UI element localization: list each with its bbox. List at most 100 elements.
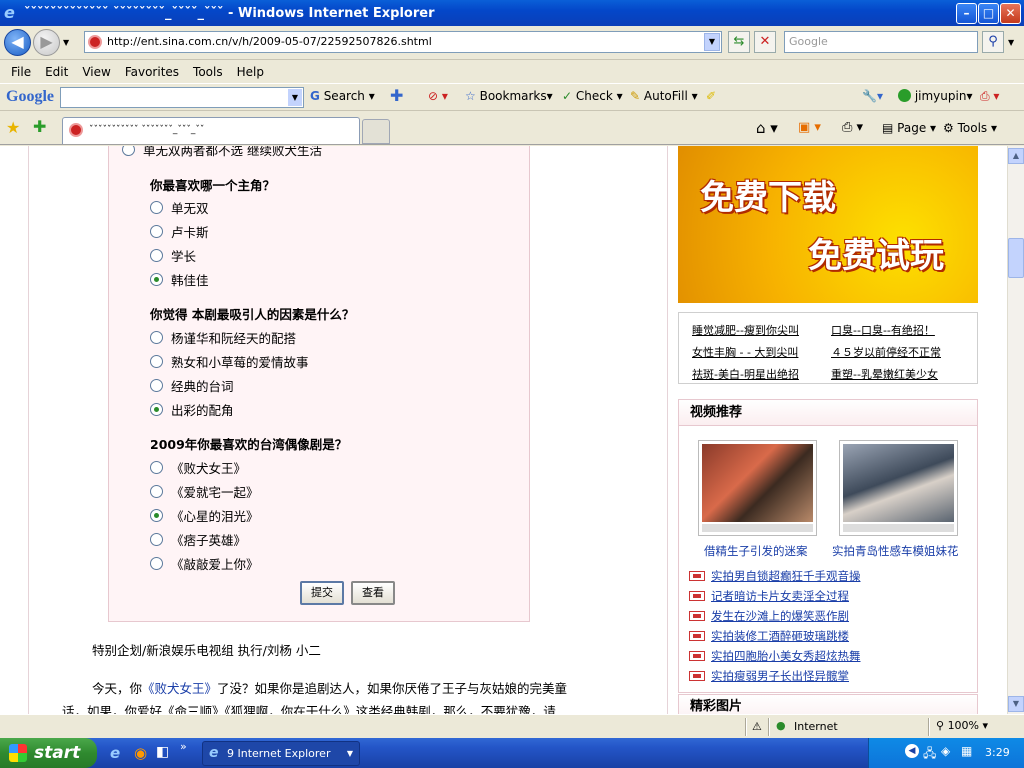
article-link[interactable]: 《败犬女王》 — [142, 681, 217, 696]
clock[interactable]: 3:29 — [985, 746, 1010, 759]
refresh-button[interactable]: ⇆ — [728, 31, 750, 53]
scroll-up-icon[interactable]: ▲ — [1008, 148, 1024, 164]
back-button[interactable]: ◀ — [4, 29, 31, 56]
add-button-icon[interactable]: ✚ — [390, 86, 403, 105]
start-button[interactable]: start — [0, 738, 97, 768]
zoom-control[interactable]: ⚲ 100% ▾ — [936, 719, 988, 732]
popup-blocker-icon[interactable]: ⊘ ▾ — [428, 89, 448, 103]
stop-button[interactable]: ✕ — [754, 31, 776, 53]
menu-favorites[interactable]: Favorites — [118, 65, 186, 79]
history-dropdown-icon[interactable]: ▼ — [63, 38, 69, 47]
quicklaunch-more-icon[interactable]: » — [180, 740, 187, 753]
page-menu[interactable]: ▤ Page ▾ — [882, 121, 936, 135]
account-button[interactable]: jimyupin▾ — [898, 89, 972, 103]
bookmarks-button[interactable]: ☆ Bookmarks▾ — [465, 89, 553, 103]
video-link[interactable]: 实拍四胞胎小美女秀超炫热舞 — [711, 648, 861, 664]
window-title-bar[interactable]: e ˇˇˇˇˇˇˇˇˇˇˇˇˇ ˇˇˇˇˇˇˇˇ_ˇˇˇˇ_ˇˇˇ - Wind… — [0, 0, 1024, 26]
search-box[interactable]: Google — [784, 31, 978, 53]
menu-help[interactable]: Help — [230, 65, 271, 79]
search-options-icon[interactable]: ▼ — [1008, 38, 1014, 47]
poll-option[interactable]: 出彩的配角 — [150, 400, 234, 419]
poll-option[interactable]: 杨谨华和阮经天的配搭 — [150, 328, 296, 347]
video-link[interactable]: 发生在沙滩上的爆笑恶作剧 — [711, 608, 849, 624]
radio-button-selected[interactable] — [150, 509, 163, 522]
feeds-icon[interactable]: ▣ ▾ — [798, 120, 821, 135]
submit-button[interactable]: 提交 — [300, 581, 344, 605]
close-button[interactable]: ✕ — [1000, 3, 1021, 24]
new-tab-button[interactable] — [362, 119, 390, 144]
menu-view[interactable]: View — [75, 65, 117, 79]
scrollbar-thumb[interactable] — [1008, 238, 1024, 278]
wrench-icon[interactable]: 🔧▾ — [862, 89, 883, 103]
ad-link[interactable]: ４５岁以前停经不正常 — [831, 344, 941, 360]
pdf-icon[interactable]: ⎙ ▾ — [980, 89, 999, 104]
menu-tools[interactable]: Tools — [186, 65, 230, 79]
video-link[interactable]: 实拍男自锁超癫狂千手观音操 — [711, 568, 861, 584]
video-link[interactable]: 记者暗访卡片女卖淫全过程 — [711, 588, 849, 604]
video-list-item[interactable]: 发生在沙滩上的爆笑恶作剧 — [689, 608, 849, 624]
menu-file[interactable]: File — [4, 65, 38, 79]
video-list-item[interactable]: 实拍四胞胎小美女秀超炫热舞 — [689, 648, 861, 664]
maximize-button[interactable]: □ — [978, 3, 999, 24]
video-link[interactable]: 实拍瘦弱男子长出怪异髋掌 — [711, 668, 849, 684]
home-icon[interactable]: ⌂ ▾ — [756, 119, 778, 137]
radio-button[interactable] — [150, 331, 163, 344]
spellcheck-button[interactable]: ✓ Check ▾ — [562, 89, 623, 103]
video-list-item[interactable]: 记者暗访卡片女卖淫全过程 — [689, 588, 849, 604]
poll-option[interactable]: 熟女和小草莓的爱情故事 — [150, 352, 309, 371]
quicklaunch-firefox-icon[interactable]: ◉ — [134, 744, 147, 762]
address-dropdown-icon[interactable]: ▼ — [704, 33, 720, 51]
scroll-down-icon[interactable]: ▼ — [1008, 696, 1024, 712]
video-list-item[interactable]: 实拍男自锁超癫狂千手观音操 — [689, 568, 861, 584]
address-bar[interactable]: http://ent.sina.com.cn/v/h/2009-05-07/22… — [84, 31, 722, 53]
quicklaunch-ie-icon[interactable]: e — [110, 744, 120, 762]
tray-expand-icon[interactable]: ◀ — [905, 744, 919, 758]
poll-option[interactable]: 经典的台词 — [150, 376, 234, 395]
video-link[interactable]: 实拍装修工酒醉砸玻璃跳楼 — [711, 628, 849, 644]
radio-button[interactable] — [150, 379, 163, 392]
taskbar-group-dropdown-icon[interactable]: ▼ — [347, 742, 353, 765]
poll-option[interactable]: 单无双 — [150, 198, 209, 217]
video-list-item[interactable]: 实拍装修工酒醉砸玻璃跳楼 — [689, 628, 849, 644]
google-search-button[interactable]: G Search ▾ — [310, 89, 375, 103]
print-icon[interactable]: ⎙ ▾ — [842, 120, 863, 135]
ad-link[interactable]: 睡觉减肥--瘦到你尖叫 — [692, 322, 799, 338]
radio-button-selected[interactable] — [150, 403, 163, 416]
view-results-button[interactable]: 查看 — [351, 581, 395, 605]
vertical-scrollbar[interactable]: ▲ ▼ — [1007, 146, 1024, 714]
ad-link[interactable]: 祛斑-美白-明星出绝招 — [692, 366, 799, 382]
search-go-button[interactable]: ⚲ — [982, 31, 1004, 53]
poll-prev-option[interactable]: 单无双两者都不选 继续败犬生活 — [122, 146, 322, 159]
ad-link[interactable]: 口臭--口臭--有绝招！ — [831, 322, 935, 338]
radio-button[interactable] — [150, 461, 163, 474]
ad-link[interactable]: 重塑--乳晕嫩红美少女 — [831, 366, 938, 382]
radio-button[interactable] — [150, 225, 163, 238]
google-toolbar-input[interactable]: ▼ — [60, 87, 304, 108]
poll-option[interactable]: 《爱就宅一起》 — [150, 482, 259, 501]
video-caption[interactable]: 借精生子引发的迷案 — [704, 543, 808, 559]
poll-option[interactable]: 《心星的泪光》 — [150, 506, 259, 525]
radio-button[interactable] — [150, 557, 163, 570]
highlight-icon[interactable]: ✐ — [706, 89, 716, 103]
poll-option[interactable]: 卢卡斯 — [150, 222, 209, 241]
security-icon[interactable]: ⚠ — [752, 720, 762, 733]
autofill-button[interactable]: ✎ AutoFill ▾ — [630, 89, 698, 103]
radio-button[interactable] — [150, 533, 163, 546]
quicklaunch-media-icon[interactable]: ◧ — [156, 744, 169, 760]
video-list-item[interactable]: 实拍瘦弱男子长出怪异髋掌 — [689, 668, 849, 684]
favorites-star-icon[interactable]: ★ — [6, 118, 20, 137]
add-favorites-icon[interactable]: ✚ — [33, 117, 46, 136]
tray-app-icon[interactable]: ▦ — [961, 744, 972, 758]
poll-option[interactable]: 《败犬女王》 — [150, 458, 246, 477]
poll-option[interactable]: 韩佳佳 — [150, 270, 209, 289]
poll-option[interactable]: 《敲敲爱上你》 — [150, 554, 259, 573]
radio-button[interactable] — [150, 355, 163, 368]
forward-button[interactable]: ▶ — [33, 29, 60, 56]
google-input-dropdown-icon[interactable]: ▼ — [288, 89, 302, 106]
video-thumbnail[interactable] — [698, 440, 817, 536]
video-thumbnail[interactable] — [839, 440, 958, 536]
radio-button[interactable] — [122, 146, 135, 156]
tab-active[interactable]: ˇˇˇˇˇˇˇˇˇˇˇ ˇˇˇˇˇˇˇ_ˇˇˇ_ˇˇ — [62, 117, 360, 144]
taskbar-item-ie[interactable]: e 9 Internet Explorer ▼ — [202, 741, 360, 766]
ad-link[interactable]: 女性丰胸 - - 大到尖叫 — [692, 344, 798, 360]
